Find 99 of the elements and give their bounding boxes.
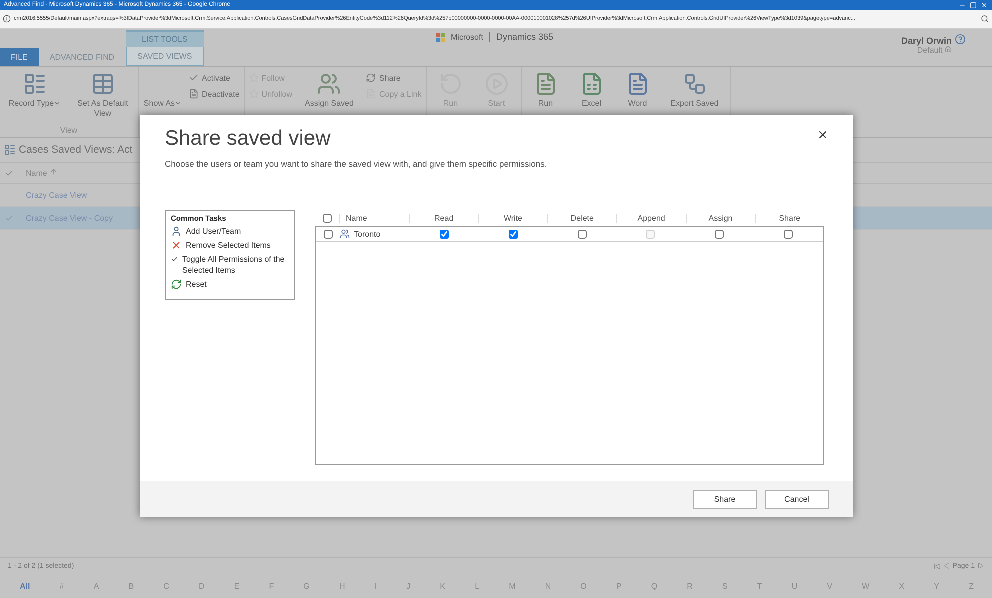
letter-filter[interactable]: J	[406, 582, 411, 590]
dialog-subtitle: Choose the users or team you want to share the saved view with, and give them specific permissions.	[165, 159, 548, 169]
user-name[interactable]: Daryl Orwin	[901, 36, 952, 46]
letter-filter[interactable]: S	[722, 582, 728, 590]
ribbon-button[interactable]: Word	[628, 99, 648, 109]
ribbon-button[interactable]: Export Saved	[670, 99, 719, 109]
ribbon-button[interactable]: Set As Default View	[72, 99, 134, 119]
column-title: Read	[409, 214, 478, 222]
letter-filter[interactable]: W	[862, 582, 870, 590]
product-name: Dynamics 365	[489, 32, 554, 42]
check-icon	[5, 214, 14, 222]
users-icon	[317, 72, 342, 96]
permission-checkbox[interactable]	[508, 230, 518, 238]
letter-filter[interactable]: V	[827, 582, 833, 590]
ribbon-button[interactable]: Excel	[582, 99, 602, 109]
ribbon-tab[interactable]: SAVED VIEWS	[126, 47, 204, 66]
check-icon	[5, 168, 14, 178]
caret-icon	[175, 100, 182, 108]
sort-arrow-icon	[50, 168, 58, 176]
group-label: View	[59, 126, 79, 137]
letter-filter[interactable]: F	[269, 582, 274, 590]
column-title: Write	[478, 214, 548, 222]
letter-filter[interactable]: Z	[969, 582, 974, 590]
close-button[interactable]	[817, 129, 829, 141]
row-checkbox[interactable]	[324, 230, 332, 238]
team-icon	[340, 229, 350, 239]
next-page-icon	[978, 563, 984, 569]
maximize-icon	[970, 2, 977, 8]
first-page-icon	[934, 562, 941, 570]
dialog-button[interactable]: Cancel	[765, 490, 829, 508]
ribbon-button[interactable]: Activate	[189, 73, 240, 83]
ribbon-button[interactable]: Run	[538, 99, 554, 109]
letter-filter[interactable]: B	[128, 582, 134, 590]
task-link[interactable]: Toggle All Permissions of the Selected Items	[171, 254, 289, 276]
letter-filter[interactable]: P	[616, 582, 622, 590]
reset-icon	[171, 279, 182, 290]
letter-filter[interactable]: U	[792, 582, 798, 590]
remove-icon	[171, 240, 182, 251]
letter-filter[interactable]: All	[20, 582, 30, 590]
ribbon-tab[interactable]: ADVANCED FIND	[38, 48, 126, 66]
name-cell: Toronto	[340, 229, 410, 239]
column-title: Share	[754, 214, 824, 222]
letter-filter[interactable]: K	[440, 582, 446, 590]
home-icon	[945, 46, 952, 53]
column-title: Name	[339, 214, 409, 222]
ribbon-button[interactable]: Show As	[144, 99, 182, 109]
letter-filter[interactable]: Q	[651, 582, 658, 590]
windows-logo-icon	[436, 32, 445, 42]
dialog-title: Share saved view	[165, 127, 331, 151]
permission-checkbox[interactable]	[578, 230, 587, 238]
ribbon-button[interactable]: Assign Saved	[305, 99, 354, 109]
document-icon	[189, 89, 199, 99]
letter-filter[interactable]: L	[475, 582, 480, 590]
task-link[interactable]: Reset	[171, 279, 289, 290]
column-title: Append	[616, 214, 686, 222]
user-icon	[171, 226, 182, 237]
address-bar[interactable]	[0, 10, 992, 29]
column-title[interactable]: Name	[26, 168, 58, 178]
letter-filter[interactable]: X	[899, 582, 905, 590]
info-icon	[3, 15, 11, 23]
select-all-checkbox[interactable]	[322, 214, 332, 222]
permission-checkbox[interactable]	[784, 230, 794, 238]
task-link[interactable]: Remove Selected Items	[171, 240, 289, 251]
column-title: Delete	[547, 214, 616, 222]
letter-filter[interactable]: Y	[934, 582, 940, 590]
previous-page-icon	[944, 563, 950, 569]
letter-filter[interactable]: G	[304, 582, 310, 590]
letter-filter[interactable]: #	[60, 582, 64, 590]
organization-name: Default	[917, 46, 952, 55]
close-icon	[981, 2, 988, 8]
permission-checkbox[interactable]	[440, 230, 449, 238]
permission-checkbox[interactable]	[715, 230, 724, 238]
letter-filter[interactable]: O	[580, 582, 587, 590]
letter-filter[interactable]: E	[234, 582, 240, 590]
task-link[interactable]: Add User/Team	[171, 226, 289, 237]
letter-filter[interactable]: C	[164, 582, 170, 590]
context-tab-label: LIST TOOLS	[126, 30, 204, 47]
ribbon-button[interactable]: Share	[366, 73, 422, 83]
check-icon	[189, 73, 199, 83]
view-link[interactable]: Crazy Case View	[26, 190, 88, 200]
help-icon	[955, 34, 966, 45]
list-title: Cases Saved Views: Act	[19, 144, 133, 156]
column-title: Assign	[686, 214, 755, 222]
file-tab[interactable]: FILE	[0, 48, 39, 66]
letter-filter[interactable]: A	[94, 582, 100, 590]
dialog-button[interactable]: Share	[693, 490, 757, 508]
ribbon-button[interactable]: Deactivate	[189, 89, 240, 99]
letter-filter[interactable]: D	[198, 582, 205, 590]
letter-filter[interactable]: H	[339, 582, 346, 590]
letter-filter[interactable]: N	[545, 582, 552, 590]
view-list-icon	[4, 144, 16, 156]
letter-filter[interactable]: T	[757, 582, 762, 590]
share-icon	[366, 73, 376, 83]
ribbon-button[interactable]: Record Type	[8, 99, 62, 109]
search-icon	[981, 15, 989, 23]
brand-name: Microsoft	[451, 32, 484, 42]
letter-filter[interactable]: R	[687, 582, 693, 590]
letter-filter[interactable]: M	[509, 582, 516, 590]
caret-icon	[54, 100, 62, 108]
